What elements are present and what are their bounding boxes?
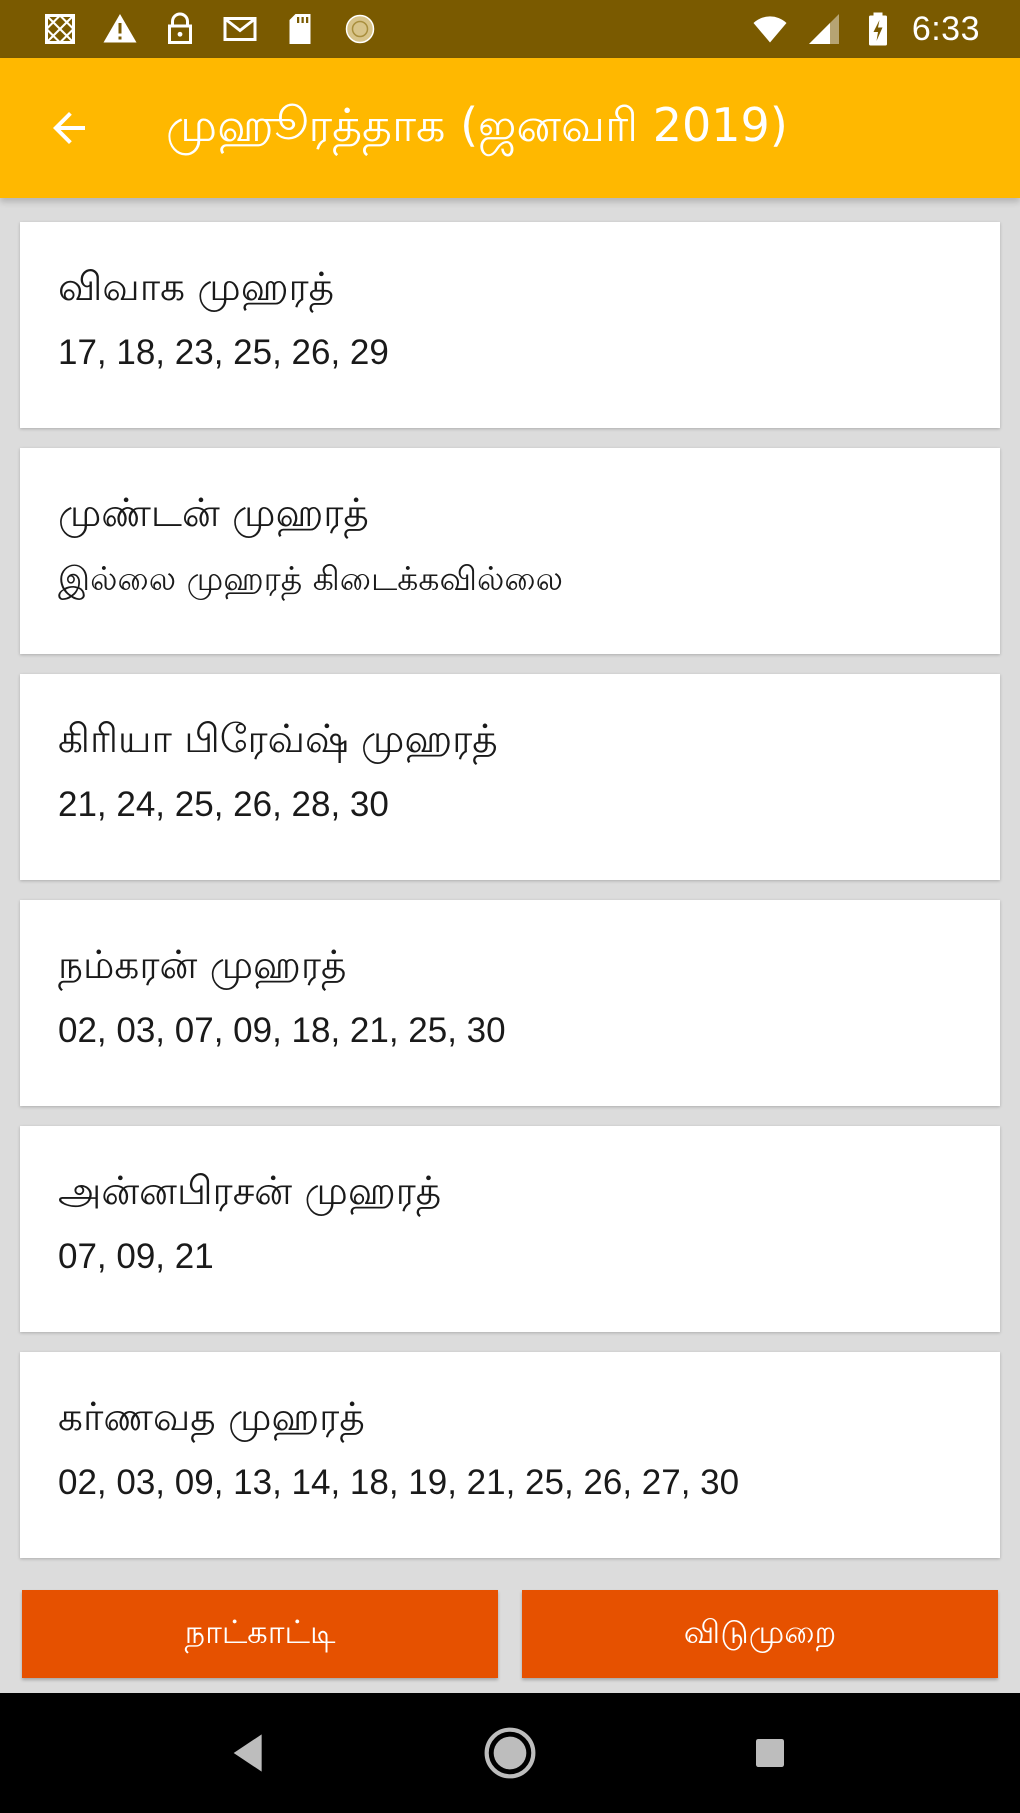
card-title: கிரியா பிரேவ்ஷ் முஹரத்	[58, 717, 498, 762]
card-title: கர்ணவத முஹரத்	[58, 1395, 365, 1440]
card-title: அன்னபிரசன் முஹரத்	[58, 1169, 442, 1214]
muhurat-card-vivah[interactable]: விவாக முஹரத் 17, 18, 23, 25, 26, 29	[20, 222, 1000, 428]
card-title: முண்டன் முஹரத்	[58, 491, 369, 536]
card-dates: 02, 03, 09, 13, 14, 18, 19, 21, 25, 26, …	[58, 1462, 740, 1502]
gallery-icon	[40, 9, 80, 49]
nav-home-button[interactable]	[470, 1713, 550, 1793]
home-circle-icon	[484, 1727, 536, 1779]
calendar-button[interactable]: நாட்காட்டி	[22, 1590, 498, 1678]
wifi-icon	[750, 9, 790, 49]
status-time: 6:33	[911, 9, 980, 48]
holidays-button[interactable]: விடுமுறை	[522, 1590, 998, 1678]
nav-back-button[interactable]	[210, 1713, 290, 1793]
arrow-back-icon	[53, 112, 85, 144]
card-title: நம்கரன் முஹரத்	[58, 943, 347, 988]
status-bar: 6:33	[0, 0, 1020, 58]
card-title: விவாக முஹரத்	[58, 265, 335, 310]
bottom-actions: நாட்காட்டி விடுமுறை	[22, 1590, 998, 1678]
muhurat-card-mundan[interactable]: முண்டன் முஹரத் இல்லை முஹரத் கிடைக்கவில்ல…	[20, 448, 1000, 654]
app-bar: முஹூரத்தாக (ஜனவரி 2019)	[0, 58, 1020, 198]
sync-icon	[340, 9, 380, 49]
muhurat-list: விவாக முஹரத் 17, 18, 23, 25, 26, 29 முண்…	[20, 222, 1000, 1578]
sd-card-icon	[280, 9, 320, 49]
signal-icon	[804, 9, 844, 49]
muhurat-card-namkaran[interactable]: நம்கரன் முஹரத் 02, 03, 07, 09, 18, 21, 2…	[20, 900, 1000, 1106]
card-dates: 02, 03, 07, 09, 18, 21, 25, 30	[58, 1010, 506, 1050]
battery-charging-icon	[858, 9, 898, 49]
card-dates: 07, 09, 21	[58, 1236, 214, 1276]
gmail-icon	[220, 9, 260, 49]
lock-icon	[160, 9, 200, 49]
back-button[interactable]	[14, 58, 124, 198]
warning-icon	[100, 9, 140, 49]
muhurat-card-griha-pravesh[interactable]: கிரியா பிரேவ்ஷ் முஹரத் 21, 24, 25, 26, 2…	[20, 674, 1000, 880]
page-title: முஹூரத்தாக (ஜனவரி 2019)	[166, 97, 788, 152]
muhurat-card-karnavedha[interactable]: கர்ணவத முஹரத் 02, 03, 09, 13, 14, 18, 19…	[20, 1352, 1000, 1558]
back-triangle-icon	[233, 1734, 262, 1772]
recents-square-icon	[756, 1739, 784, 1767]
card-dates: 17, 18, 23, 25, 26, 29	[58, 332, 389, 372]
card-dates: இல்லை முஹரத் கிடைக்கவில்லை	[58, 558, 564, 598]
card-dates: 21, 24, 25, 26, 28, 30	[58, 784, 389, 824]
nav-recents-button[interactable]	[730, 1713, 810, 1793]
muhurat-card-annaprashan[interactable]: அன்னபிரசன் முஹரத் 07, 09, 21	[20, 1126, 1000, 1332]
navigation-bar	[0, 1693, 1020, 1813]
